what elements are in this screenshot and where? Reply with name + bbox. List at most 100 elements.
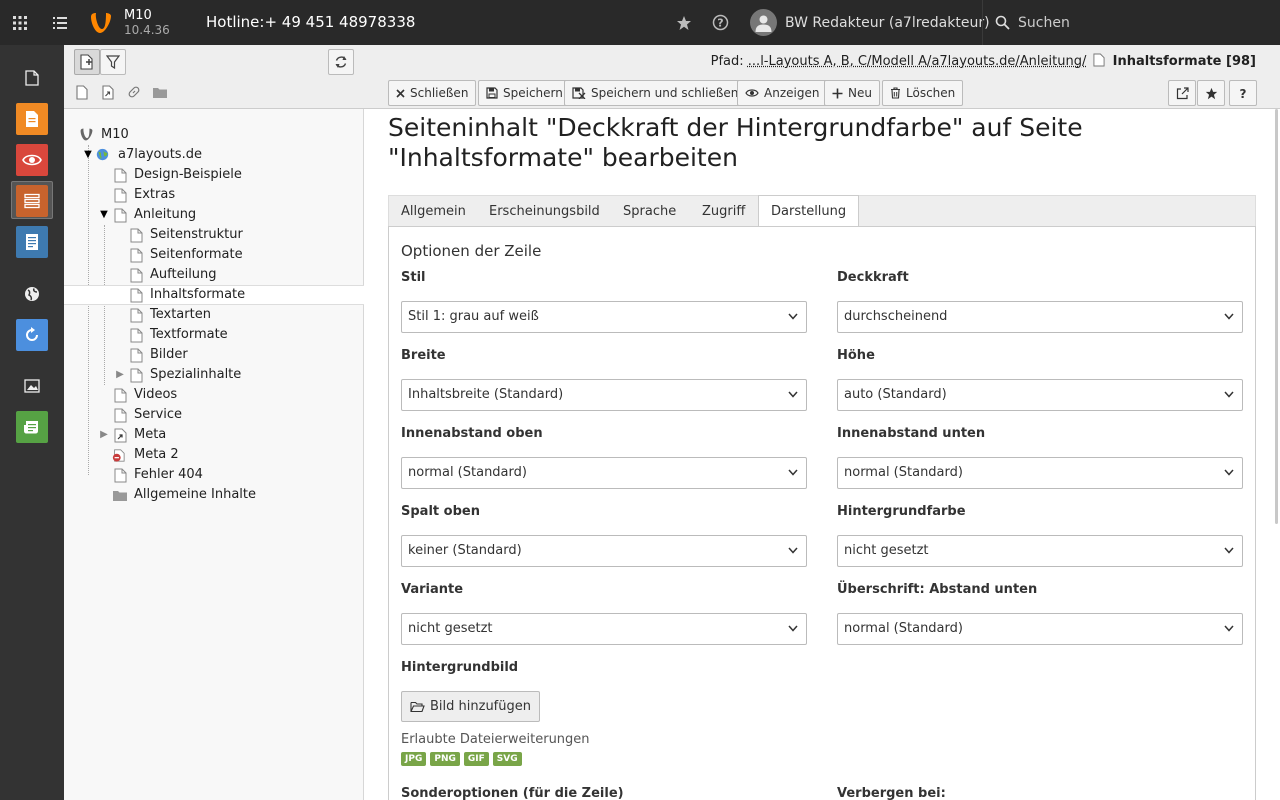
- user-menu[interactable]: BW Redakteur (a7lredakteur): [750, 0, 990, 45]
- page-icon: [130, 268, 143, 283]
- field-label-deckkraft: Deckkraft: [837, 270, 909, 285]
- select-value: keiner (Standard): [408, 543, 522, 558]
- tree-node-root[interactable]: M10: [64, 125, 364, 145]
- hoehe-select[interactable]: auto (Standard): [837, 379, 1243, 411]
- chevron-down-icon: [788, 625, 798, 632]
- newspaper-icon: [24, 421, 38, 434]
- drag-new-folder[interactable]: [147, 79, 173, 105]
- star-icon: [677, 15, 691, 30]
- tree-node-spezialinhalte[interactable]: ▶ Spezialinhalte: [64, 365, 364, 385]
- module-view[interactable]: [16, 144, 48, 176]
- tab-darstellung[interactable]: Darstellung: [758, 195, 860, 228]
- tree-node-inhaltsformate[interactable]: Inhaltsformate: [64, 285, 364, 305]
- tree-node-site[interactable]: ▼ a7layouts.de: [64, 145, 364, 165]
- module-page[interactable]: [16, 62, 48, 94]
- tree-node-label: Textformate: [150, 327, 228, 342]
- question-icon: ?: [1240, 87, 1247, 100]
- module-info[interactable]: [16, 226, 48, 258]
- tree-node-service[interactable]: Service: [64, 405, 364, 425]
- open-new-window-button[interactable]: [1168, 80, 1196, 106]
- breadcrumb: Pfad: ...l-Layouts A, B, C/Modell A/a7la…: [711, 53, 1256, 69]
- bookmarks-button[interactable]: [664, 0, 704, 45]
- bookmark-button[interactable]: [1197, 80, 1225, 106]
- help-button[interactable]: ?: [700, 0, 740, 45]
- new-page-toggle[interactable]: [74, 49, 100, 75]
- view-button[interactable]: Anzeigen: [737, 80, 828, 106]
- page-new-icon: [80, 54, 93, 70]
- tab-erscheinungsbild[interactable]: Erscheinungsbild: [477, 196, 612, 228]
- drag-new-shortcut[interactable]: [95, 79, 121, 105]
- innenabstand-unten-select[interactable]: normal (Standard): [837, 457, 1243, 489]
- module-reload[interactable]: [16, 319, 48, 351]
- new-button[interactable]: Neu: [824, 80, 880, 106]
- brand[interactable]: M10 10.4.36: [90, 0, 170, 45]
- search-field[interactable]: Suchen: [982, 0, 1280, 45]
- delete-button[interactable]: Löschen: [882, 80, 964, 106]
- close-button[interactable]: Schließen: [388, 80, 477, 106]
- tree-node-textformate[interactable]: Textformate: [64, 325, 364, 345]
- path-crumb[interactable]: ...l-Layouts A, B, C/Modell A/a7layouts.…: [748, 54, 1087, 69]
- stil-select[interactable]: Stil 1: grau auf weiß: [401, 301, 807, 333]
- ueberschrift-select[interactable]: normal (Standard): [837, 613, 1243, 645]
- tree-node-extras[interactable]: Extras: [64, 185, 364, 205]
- expand-arrow-icon[interactable]: ▶: [114, 365, 126, 385]
- tree-node-design[interactable]: Design-Beispiele: [64, 165, 364, 185]
- spalt-oben-select[interactable]: keiner (Standard): [401, 535, 807, 567]
- drag-new-link[interactable]: [121, 79, 147, 105]
- tab-zugriff[interactable]: Zugriff: [690, 196, 757, 228]
- collapse-arrow-icon[interactable]: ▼: [82, 145, 94, 165]
- tree-node-label: Textarten: [150, 307, 211, 322]
- search-label: Suchen: [1018, 14, 1070, 31]
- variante-select[interactable]: nicht gesetzt: [401, 613, 807, 645]
- tree-node-label: Extras: [134, 187, 176, 202]
- tree-node-anleitung[interactable]: ▼ Anleitung: [64, 205, 364, 225]
- module-sites[interactable]: [16, 278, 48, 310]
- folder-open-icon: [410, 701, 425, 712]
- tab-sprache[interactable]: Sprache: [611, 196, 688, 228]
- folder-icon: [113, 491, 127, 501]
- page-tree: M10 ▼ a7layouts.de Design-Beispiele Extr…: [64, 125, 364, 505]
- filter-button[interactable]: [100, 49, 126, 75]
- save-button[interactable]: Speichern: [478, 80, 571, 106]
- innenabstand-oben-select[interactable]: normal (Standard): [401, 457, 807, 489]
- tree-node-aufteilung[interactable]: Aufteilung: [64, 265, 364, 285]
- page-icon: [114, 168, 127, 183]
- scrollbar[interactable]: [1275, 109, 1278, 524]
- select-value: durchscheinend: [844, 309, 948, 324]
- page-hidden-icon: [112, 449, 125, 462]
- hotline-text: Hotline:+ 49 451 48978338: [206, 13, 416, 31]
- tree-node-textarten[interactable]: Textarten: [64, 305, 364, 325]
- save-close-button[interactable]: Speichern und schließen: [564, 80, 747, 106]
- module-web-list[interactable]: [16, 185, 48, 217]
- expand-arrow-icon[interactable]: ▶: [98, 425, 110, 445]
- tree-node-fehler[interactable]: Fehler 404: [64, 465, 364, 485]
- module-list[interactable]: [16, 103, 48, 135]
- field-label-innenabstand-unten: Innenabstand unten: [837, 426, 986, 441]
- tree-toggle[interactable]: [40, 0, 80, 45]
- tree-node-seitenstruktur[interactable]: Seitenstruktur: [64, 225, 364, 245]
- module-news[interactable]: [16, 411, 48, 443]
- tree-refresh-button[interactable]: [328, 49, 354, 75]
- tree-node-bilder[interactable]: Bilder: [64, 345, 364, 365]
- tab-allgemein[interactable]: Allgemein: [389, 196, 478, 228]
- tree-node-seitenformate[interactable]: Seitenformate: [64, 245, 364, 265]
- collapse-arrow-icon[interactable]: ▼: [98, 205, 110, 225]
- tree-node-videos[interactable]: Videos: [64, 385, 364, 405]
- tree-node-label: Meta: [134, 427, 167, 442]
- module-menu-toggle[interactable]: [0, 0, 40, 45]
- breite-select[interactable]: Inhaltsbreite (Standard): [401, 379, 807, 411]
- chevron-down-icon: [1224, 391, 1234, 398]
- help-button[interactable]: ?: [1229, 80, 1257, 106]
- tree-node-label: Bilder: [150, 347, 188, 362]
- field-label-stil: Stil: [401, 270, 426, 285]
- module-filelist[interactable]: [16, 370, 48, 402]
- tree-node-meta2[interactable]: Meta 2: [64, 445, 364, 465]
- select-value: Stil 1: grau auf weiß: [408, 309, 539, 324]
- tree-node-meta[interactable]: ▶ Meta: [64, 425, 364, 445]
- deckkraft-select[interactable]: durchscheinend: [837, 301, 1243, 333]
- page-icon: [114, 188, 127, 203]
- drag-new-page[interactable]: [69, 79, 95, 105]
- hintergrundfarbe-select[interactable]: nicht gesetzt: [837, 535, 1243, 567]
- tree-node-allgemein[interactable]: Allgemeine Inhalte: [64, 485, 364, 505]
- add-image-button[interactable]: Bild hinzufügen: [401, 691, 540, 722]
